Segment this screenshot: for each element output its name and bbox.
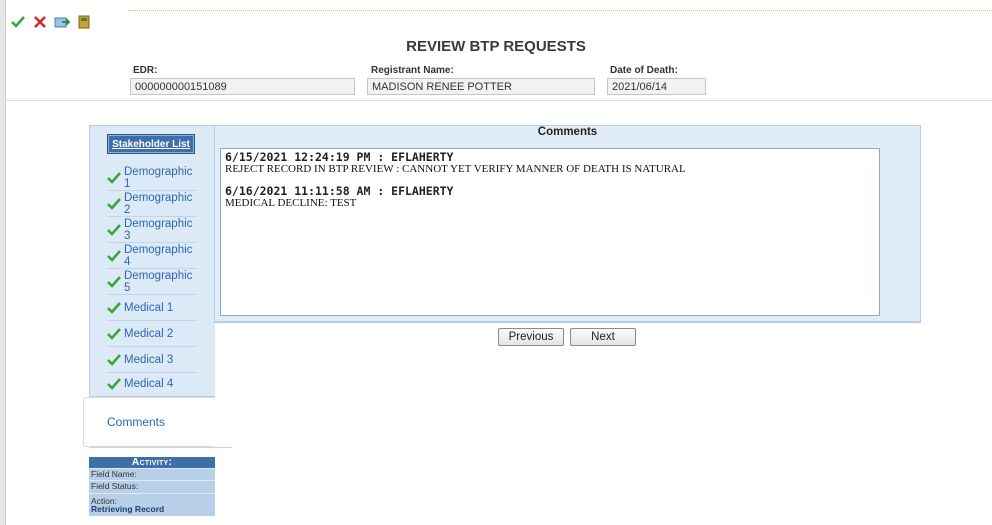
sidebar-item-medical-2[interactable]: Medical 2 <box>107 321 197 347</box>
sidebar-item-label: Medical 3 <box>124 353 174 366</box>
registrant-label: Registrant Name: <box>371 65 454 76</box>
sidebar-item-demographic-2[interactable]: Demographic 2 <box>107 191 197 217</box>
sidebar: Stakeholder List Demographic 1 Demograph… <box>89 125 215 397</box>
activity-title: Activity: <box>89 457 215 468</box>
check-icon <box>107 249 121 262</box>
page-title: REVIEW BTP REQUESTS <box>406 38 586 55</box>
check-icon <box>107 223 121 236</box>
panel-divider <box>214 322 921 323</box>
comments-log[interactable]: 6/15/2021 12:24:19 PM : EFLAHERTY REJECT… <box>220 148 880 316</box>
sidebar-item-demographic-1[interactable]: Demographic 1 <box>107 165 197 191</box>
check-icon <box>107 378 121 390</box>
action-row: Action: Retrieving Record <box>89 493 215 516</box>
edr-field: 000000000151089 <box>130 78 355 95</box>
sidebar-item-label: Demographic 5 <box>124 269 193 294</box>
sidebar-divider <box>89 447 232 448</box>
check-icon <box>107 197 121 210</box>
sidebar-item-label: Medical 4 <box>124 378 174 390</box>
sidebar-item-label: Demographic 2 <box>124 191 193 216</box>
comment-text: REJECT RECORD IN BTP REVIEW : CANNOT YET… <box>225 163 686 175</box>
comment-header: 6/15/2021 12:24:19 PM : EFLAHERTY <box>225 150 454 164</box>
sidebar-item-medical-3[interactable]: Medical 3 <box>107 347 197 373</box>
tab-comments[interactable]: Comments <box>83 397 215 447</box>
sidebar-item-label: Medical 2 <box>124 327 174 340</box>
comment-entry: 6/16/2021 11:11:58 AM : EFLAHERTY MEDICA… <box>225 185 453 209</box>
field-name-row: Field Name: <box>89 468 215 480</box>
left-frame-border <box>0 0 6 525</box>
x-icon[interactable] <box>32 14 48 30</box>
sidebar-item-label: Demographic 1 <box>124 165 193 190</box>
field-name-label: Field Name: <box>91 469 137 479</box>
edr-label: EDR: <box>133 65 158 76</box>
field-status-label: Field Status: <box>91 481 139 491</box>
sidebar-item-medical-1[interactable]: Medical 1 <box>107 295 197 321</box>
sidebar-item-label: Medical 1 <box>124 301 174 314</box>
check-icon <box>107 353 121 366</box>
sidebar-item-medical-4[interactable]: Medical 4 <box>107 371 197 397</box>
check-icon <box>107 171 121 184</box>
date-of-death-label: Date of Death: <box>610 65 678 76</box>
field-status-row: Field Status: <box>89 480 215 493</box>
top-divider <box>128 10 992 11</box>
comment-entry: 6/15/2021 12:24:19 PM : EFLAHERTY REJECT… <box>225 151 686 175</box>
check-icon[interactable] <box>10 14 26 30</box>
check-icon <box>107 275 121 288</box>
sidebar-item-demographic-5[interactable]: Demographic 5 <box>107 269 197 295</box>
check-icon <box>107 301 121 314</box>
activity-panel: Activity: Field Name: Field Status: Acti… <box>89 457 215 516</box>
previous-button[interactable]: Previous <box>498 328 564 346</box>
book-icon[interactable] <box>76 14 92 30</box>
check-icon <box>107 327 121 340</box>
export-icon[interactable] <box>54 14 70 30</box>
comment-text: MEDICAL DECLINE: TEST <box>225 197 357 209</box>
stakeholder-list-button[interactable]: Stakeholder List <box>107 134 195 154</box>
comment-header: 6/16/2021 11:11:58 AM : EFLAHERTY <box>225 184 454 198</box>
comments-title: Comments <box>537 126 598 138</box>
date-of-death-field: 2021/06/14 <box>607 78 706 95</box>
action-value: Retrieving Record <box>91 504 165 514</box>
toolbar <box>10 14 92 30</box>
registrant-field: MADISON RENEE POTTER <box>367 78 595 95</box>
sidebar-item-label: Demographic 3 <box>124 217 193 242</box>
header-divider <box>6 100 992 101</box>
next-button[interactable]: Next <box>570 328 636 346</box>
sidebar-item-demographic-4[interactable]: Demographic 4 <box>107 243 197 269</box>
sidebar-item-label: Demographic 4 <box>124 243 193 268</box>
sidebar-item-demographic-3[interactable]: Demographic 3 <box>107 217 197 243</box>
